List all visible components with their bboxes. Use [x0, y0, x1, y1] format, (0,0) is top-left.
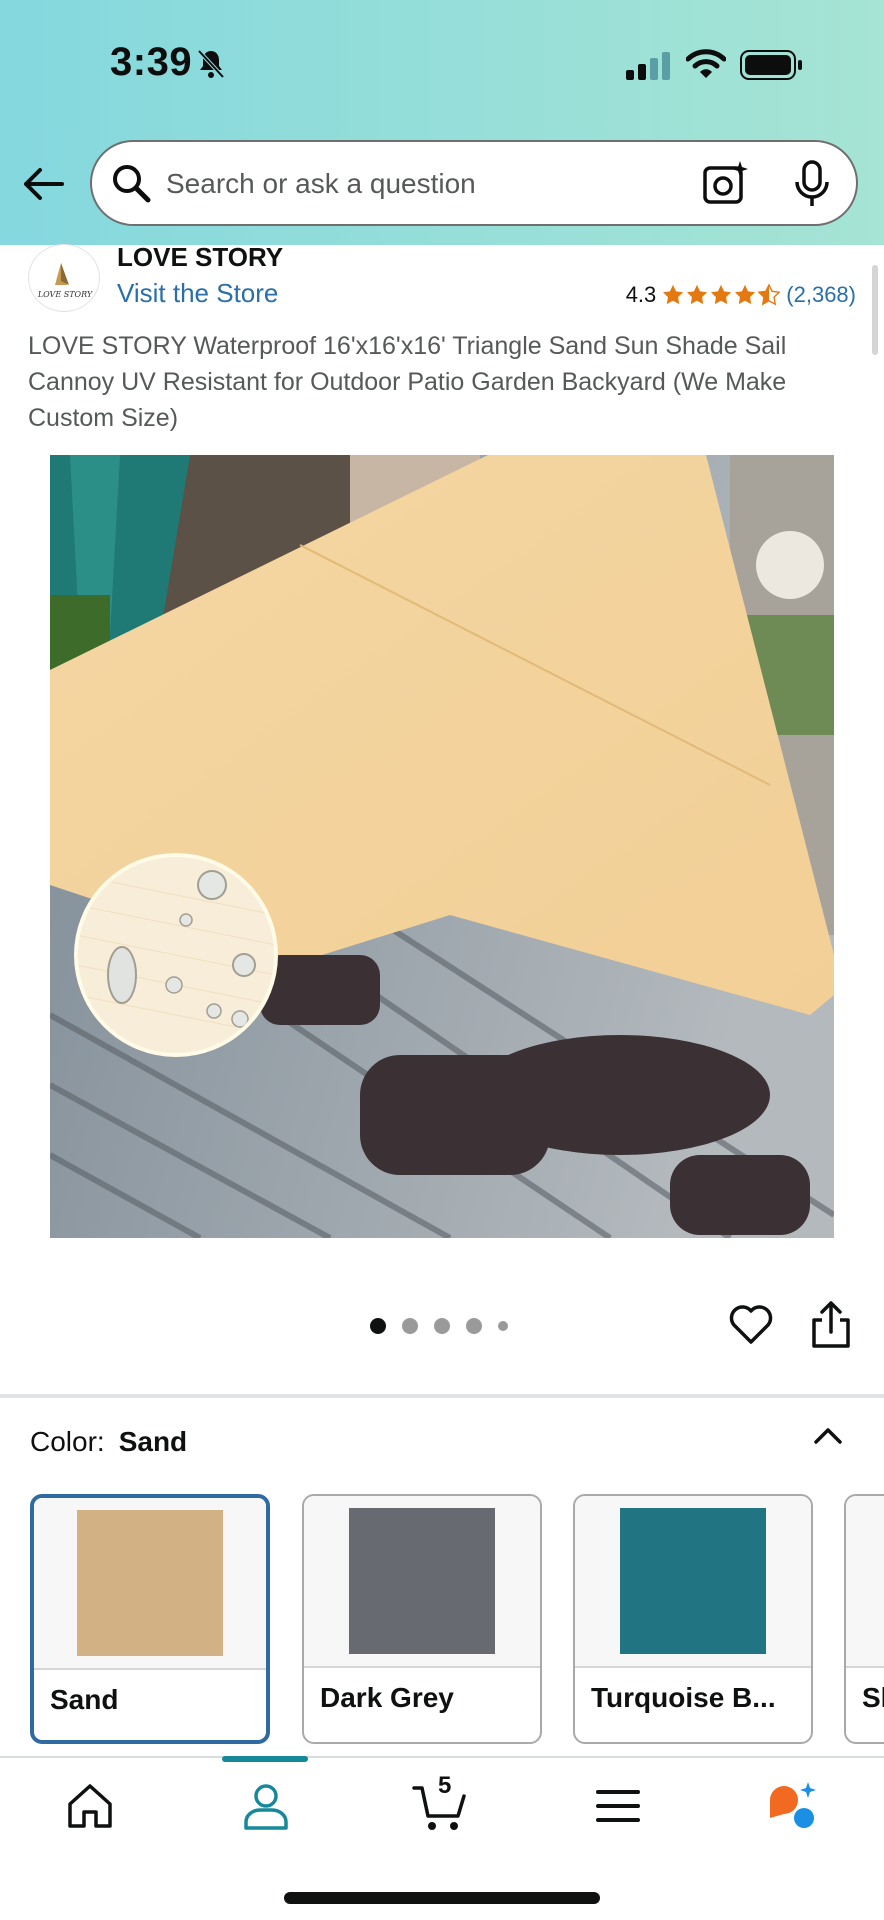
cellular-signal-icon — [626, 52, 670, 80]
rating-count[interactable]: (2,368) — [786, 282, 856, 308]
star-rating — [662, 284, 781, 306]
rufus-assistant-icon[interactable] — [764, 1778, 820, 1834]
battery-icon — [740, 50, 802, 80]
visit-store-link[interactable]: Visit the Store — [117, 278, 278, 309]
star-full-icon — [663, 284, 684, 305]
camera-lens-icon[interactable] — [702, 160, 748, 206]
color-option-dark-grey[interactable]: Dark Grey — [302, 1494, 542, 1744]
scroll-indicator — [872, 265, 878, 355]
swatch-image-area — [304, 1496, 540, 1668]
share-icon[interactable] — [810, 1300, 852, 1350]
pagination-dot[interactable] — [370, 1318, 386, 1334]
selected-color: Sand — [118, 1426, 188, 1457]
color-swatches: Sand Dark Grey Turquoise B... Sl — [30, 1494, 884, 1746]
color-label: Color: — [30, 1426, 105, 1457]
color-option-label: Sl — [862, 1682, 884, 1713]
heart-icon[interactable] — [728, 1302, 774, 1348]
rating-summary[interactable]: 4.3 (2,368) — [626, 282, 856, 308]
rating-value: 4.3 — [625, 282, 657, 307]
account-icon[interactable] — [238, 1778, 294, 1834]
swatch-image-area — [34, 1498, 266, 1670]
star-full-icon — [711, 284, 732, 305]
search-icon — [113, 165, 151, 203]
menu-icon[interactable] — [590, 1778, 646, 1834]
swatch-image-area — [846, 1496, 884, 1668]
home-indicator[interactable] — [284, 1892, 600, 1904]
active-tab-indicator — [222, 1756, 308, 1762]
wifi-icon — [686, 49, 726, 78]
color-option-label: Sand — [50, 1684, 119, 1715]
color-chip — [349, 1508, 495, 1654]
star-full-icon — [735, 284, 756, 305]
color-option-sand[interactable]: Sand — [30, 1494, 270, 1744]
home-icon[interactable] — [62, 1778, 118, 1834]
color-option-label: Turquoise B... — [591, 1682, 776, 1713]
color-selection-header: Color: Sand — [30, 1426, 187, 1458]
color-chip — [77, 1510, 223, 1656]
search-input[interactable] — [166, 160, 686, 208]
brand-name: LOVE STORY — [117, 242, 284, 272]
product-image[interactable] — [50, 455, 834, 1238]
bell-off-icon — [197, 49, 225, 79]
color-chip — [620, 1508, 766, 1654]
status-time: 3:39 — [110, 40, 193, 84]
microphone-icon[interactable] — [792, 160, 832, 208]
color-option-partial[interactable]: Sl — [844, 1494, 884, 1744]
product-title: LOVE STORY Waterproof 16'x16'x16' Triang… — [28, 332, 787, 432]
pagination-dot[interactable] — [434, 1318, 450, 1334]
star-half-icon — [758, 284, 781, 306]
color-option-turquoise[interactable]: Turquoise B... — [573, 1494, 813, 1744]
chevron-up-icon[interactable] — [812, 1420, 844, 1452]
pagination-dot[interactable] — [466, 1318, 482, 1334]
image-pagination[interactable] — [370, 1318, 508, 1334]
star-full-icon — [687, 284, 708, 305]
color-option-label: Dark Grey — [320, 1682, 454, 1713]
brand-logo[interactable]: LOVE STORY — [28, 244, 100, 312]
pagination-dot[interactable] — [498, 1321, 508, 1331]
back-arrow-icon[interactable] — [20, 160, 68, 208]
section-divider — [0, 1394, 884, 1398]
search-bar[interactable] — [90, 140, 858, 226]
cart-count-badge: 5 — [438, 1772, 452, 1799]
swatch-image-area — [575, 1496, 811, 1668]
pagination-dot[interactable] — [402, 1318, 418, 1334]
svg-text:LOVE STORY: LOVE STORY — [37, 290, 93, 299]
